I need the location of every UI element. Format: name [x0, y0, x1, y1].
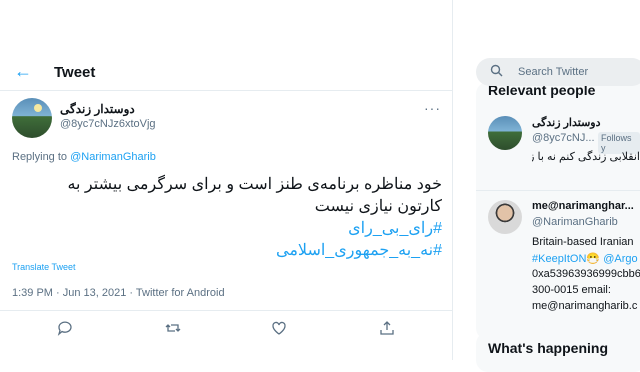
more-options-icon[interactable]: ··· — [424, 100, 441, 116]
author-handle[interactable]: @8yc7cNJz6xtoVjg — [60, 118, 156, 130]
author-name[interactable]: دوستدار زندگی — [60, 102, 160, 116]
share-icon[interactable] — [378, 320, 396, 338]
relevant-person-handle[interactable]: @NarimanGharib — [532, 216, 618, 228]
relevant-person-name[interactable]: دوستدار زندگی — [532, 116, 632, 129]
search-icon — [490, 64, 503, 80]
relevant-person-bio-line: Britain-based Iranian — [532, 236, 634, 248]
relevant-person-bio: انقلابی زندگی کنم نه با زور و — [532, 151, 640, 163]
tweet-text-line-2: کارتون نیازی نیست — [314, 198, 442, 215]
replying-prefix: Replying to — [12, 151, 71, 163]
relevant-person-bio-line: me@narimangharib.c — [532, 300, 638, 312]
relevant-person-handle[interactable]: @8yc7cNJ... — [532, 132, 595, 144]
tweet-column: ← Tweet دوستدار زندگی @8yc7cNJz6xtoVjg ·… — [0, 0, 453, 360]
replying-to: Replying to @NarimanGharib — [12, 151, 156, 163]
search-placeholder: Search Twitter — [518, 66, 589, 78]
hashtag-link-2[interactable]: #نه_به_جمهوری_اسلامی — [12, 240, 442, 262]
tweet-header: ← Tweet — [0, 56, 452, 91]
hashtag-link-1[interactable]: #رای_بی_رای — [12, 218, 442, 240]
like-icon[interactable] — [270, 320, 288, 338]
author-avatar[interactable] — [12, 98, 52, 138]
translate-tweet-link[interactable]: Translate Tweet — [12, 262, 76, 272]
divider — [476, 190, 640, 191]
hashtag-link[interactable]: #KeepItON — [532, 253, 586, 265]
relevant-person-name[interactable]: me@narimanghar... — [532, 200, 634, 212]
relevant-person-bio-line: 0xa53963936999cbb6 — [532, 268, 640, 280]
relevant-person-avatar[interactable] — [488, 116, 522, 150]
reply-icon[interactable] — [56, 320, 74, 338]
relevant-person-bio-line: 300-0015 email: — [532, 284, 611, 296]
relevant-person-bio-line: #KeepItON😷 @Argo — [532, 252, 638, 265]
tweet-timestamp[interactable]: 1:39 PM · Jun 13, 2021 · Twitter for And… — [12, 287, 225, 299]
whats-happening-title: What's happening — [488, 340, 608, 356]
tweet-text-line-1: خود مناظره برنامه‌ی طنز است و برای سرگرم… — [67, 176, 442, 193]
bio-emoji: 😷 — [586, 253, 601, 265]
mention-link[interactable]: @Argo — [603, 253, 637, 265]
search-input[interactable]: Search Twitter — [476, 58, 640, 86]
avatar-sun-decoration — [34, 104, 42, 112]
divider — [0, 310, 452, 311]
page-title: Tweet — [54, 64, 96, 81]
tweet-text: خود مناظره برنامه‌ی طنز است و برای سرگرم… — [12, 174, 442, 262]
replying-to-link[interactable]: @NarimanGharib — [70, 151, 156, 163]
retweet-icon[interactable] — [164, 320, 182, 338]
relevant-person-avatar[interactable] — [488, 200, 522, 234]
back-arrow-icon[interactable]: ← — [14, 62, 32, 80]
